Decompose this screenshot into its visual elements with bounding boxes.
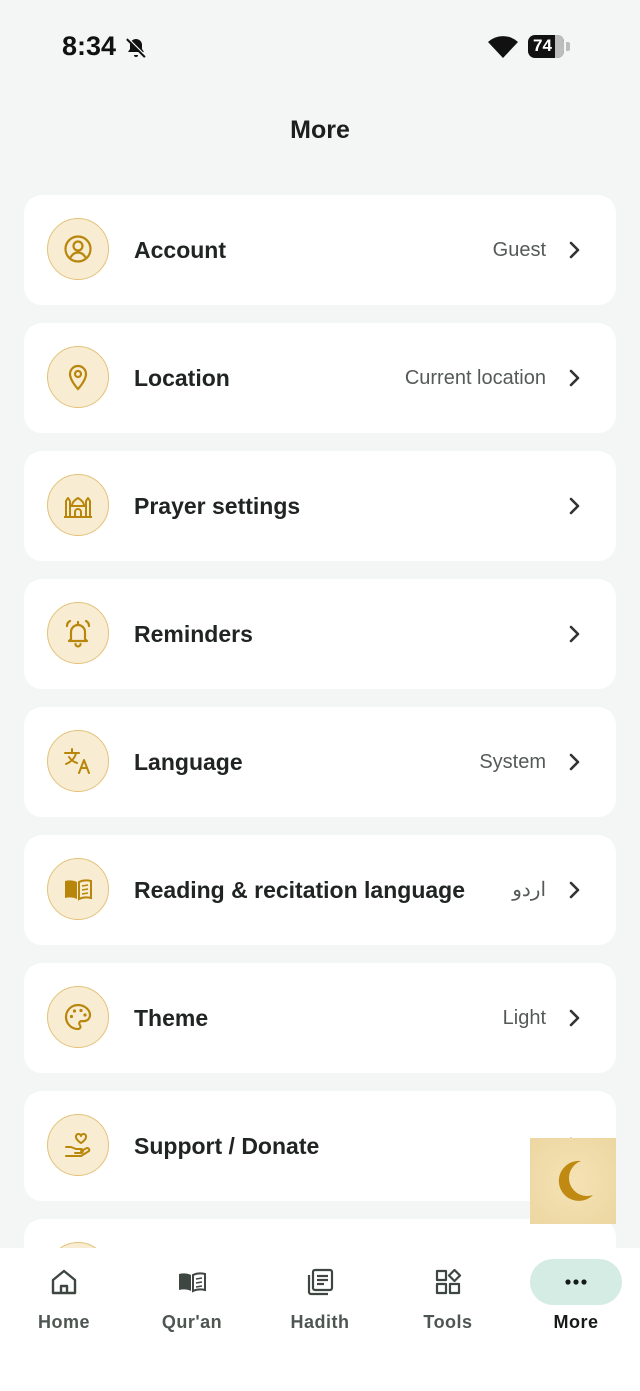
location-pin-icon [47,346,109,408]
nav-tools[interactable]: Tools [384,1248,512,1358]
chevron-right-icon [569,1009,580,1027]
menu-item-account[interactable]: Account Guest [24,195,616,305]
menu-item-location[interactable]: Location Current location [24,323,616,433]
menu-value: Current location [404,367,546,389]
nav-label: Hadith [290,1312,350,1332]
nav-label: Home [37,1312,90,1332]
menu-value: System [479,751,546,773]
donate-heart-hand-icon [47,1114,109,1176]
tools-grid-icon [435,1268,462,1295]
chevron-right-icon [569,881,580,899]
menu-label: Theme [134,1005,209,1031]
menu-item-theme[interactable]: Theme Light [24,963,616,1073]
chevron-right-icon [569,497,580,515]
menu-item-prayer-settings[interactable]: Prayer settings [24,451,616,561]
chevron-right-icon [569,625,580,643]
nav-label: Tools [423,1312,473,1332]
menu-item-reading-language[interactable]: Reading & recitation language اردو [24,835,616,945]
wifi-icon [488,36,518,58]
nav-hadith[interactable]: Hadith [256,1248,384,1358]
bell-off-icon [126,37,147,58]
menu-item-language[interactable]: Language System [24,707,616,817]
nav-active-indicator [530,1259,622,1305]
settings-menu-list: Account Guest Location Current location [24,195,616,1219]
menu-label: Account [134,237,226,263]
menu-value: Light [502,1007,546,1029]
menu-label: Support / Donate [134,1133,320,1159]
quran-book-icon [179,1272,206,1293]
chevron-right-icon [569,369,580,387]
account-icon [47,218,109,280]
menu-label: Location [134,365,230,391]
battery-icon: 74 [528,35,564,58]
battery-level: 74 [533,36,552,55]
hadith-icon [307,1268,334,1296]
floating-moon-button[interactable] [530,1138,616,1224]
nav-more[interactable]: More [512,1248,640,1358]
translate-icon [47,730,109,792]
status-time: 8:34 [62,31,117,61]
home-icon [51,1269,77,1295]
open-book-icon [47,858,109,920]
menu-label: Language [134,749,243,775]
crescent-moon-icon [558,1160,593,1201]
page-title: More [290,116,350,144]
menu-item-reminders[interactable]: Reminders [24,579,616,689]
menu-label: Prayer settings [134,493,301,519]
menu-value: Guest [492,239,546,261]
status-bar: 8:34 74 [0,0,640,94]
mosque-icon [47,474,109,536]
menu-label: Reading & recitation language [134,877,465,903]
more-dots-icon [565,1279,587,1285]
alarm-bell-icon [47,602,109,664]
chevron-right-icon [569,241,580,259]
palette-icon [47,986,109,1048]
menu-label: Reminders [134,621,253,647]
nav-home[interactable]: Home [0,1248,128,1358]
nav-quran[interactable]: Qur'an [128,1248,256,1358]
chevron-right-icon [569,753,580,771]
nav-label: Qur'an [161,1312,223,1332]
nav-label: More [553,1312,599,1332]
menu-item-support-donate[interactable]: Support / Donate [24,1091,616,1201]
menu-value: اردو [512,879,546,901]
bottom-nav: Home Qur'an Hadith Tools More [0,1248,640,1391]
